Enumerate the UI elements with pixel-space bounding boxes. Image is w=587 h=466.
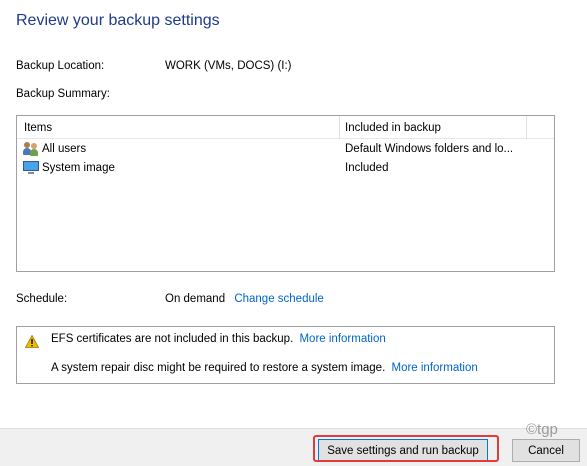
more-information-link[interactable]: More information [299, 333, 385, 345]
item-included: Included [345, 162, 389, 174]
item-name: System image [42, 162, 115, 174]
backup-location-label: Backup Location: [16, 60, 105, 72]
highlight-annotation [313, 435, 499, 462]
notice-repair-disc: A system repair disc might be required t… [51, 362, 478, 374]
column-divider[interactable] [339, 116, 340, 139]
users-icon [23, 142, 39, 156]
cancel-button[interactable]: Cancel [512, 439, 580, 462]
table-row[interactable]: System image Included [17, 159, 554, 178]
column-header-items[interactable]: Items [24, 122, 52, 134]
notice-text: EFS certificates are not included in thi… [51, 333, 294, 345]
backup-review-page: Review your backup settings Backup Locat… [0, 0, 587, 466]
table-row[interactable]: All users Default Windows folders and lo… [17, 140, 554, 159]
more-information-link[interactable]: More information [391, 362, 477, 374]
notice-efs: EFS certificates are not included in thi… [51, 333, 386, 345]
column-divider[interactable] [526, 116, 527, 139]
backup-summary-table: Items Included in backup All users Defau… [16, 115, 555, 272]
notice-text: A system repair disc might be required t… [51, 362, 386, 374]
backup-summary-label: Backup Summary: [16, 88, 110, 100]
item-included: Default Windows folders and lo... [345, 143, 514, 155]
backup-location-value: WORK (VMs, DOCS) (I:) [165, 60, 292, 72]
schedule-value: On demand [165, 293, 226, 305]
warning-icon [25, 335, 39, 348]
column-header-included[interactable]: Included in backup [345, 122, 441, 134]
schedule-value-row: On demand Change schedule [165, 293, 324, 305]
page-title: Review your backup settings [16, 12, 220, 29]
notice-box: EFS certificates are not included in thi… [16, 326, 555, 384]
monitor-icon [23, 161, 39, 175]
table-header: Items Included in backup [17, 116, 554, 139]
schedule-label: Schedule: [16, 293, 68, 305]
watermark: ©tgp [526, 421, 558, 438]
item-name: All users [42, 143, 87, 155]
change-schedule-link[interactable]: Change schedule [234, 293, 324, 305]
